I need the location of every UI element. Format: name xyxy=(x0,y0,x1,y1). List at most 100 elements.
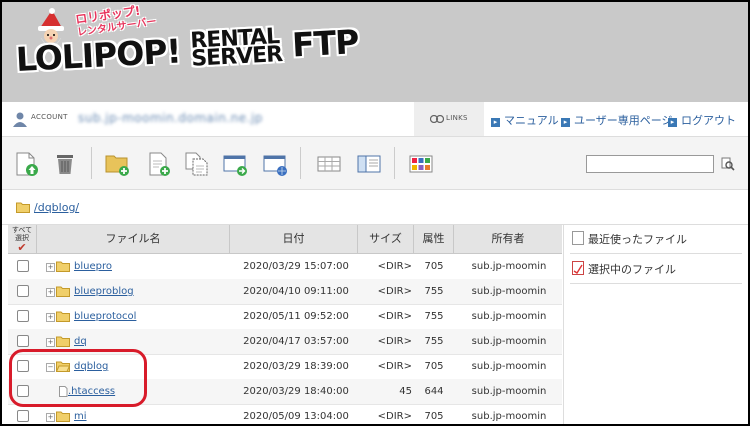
select-all-label-line1: すべて xyxy=(11,226,33,234)
expand-toggle-icon[interactable]: + xyxy=(46,338,55,347)
trash-icon[interactable] xyxy=(52,151,78,177)
column-header-date[interactable]: 日付 xyxy=(230,225,358,253)
file-permission[interactable]: 755 xyxy=(414,336,454,347)
user-icon xyxy=(13,112,27,127)
column-header-size[interactable]: サイズ xyxy=(358,225,414,253)
file-name-link[interactable]: blueprotocol xyxy=(74,311,136,322)
row-checkbox[interactable] xyxy=(17,410,29,422)
column-header-owner[interactable]: 所有者 xyxy=(454,225,562,253)
row-checkbox[interactable] xyxy=(17,260,29,272)
table-row[interactable]: + bluepro 2020/03/29 15:07:00 <DIR> 705 … xyxy=(8,254,562,280)
browser-window-icon[interactable] xyxy=(262,151,288,177)
file-permission[interactable]: 755 xyxy=(414,311,454,322)
folder-icon xyxy=(56,336,70,347)
list-view-icon[interactable] xyxy=(316,151,342,177)
new-file-icon[interactable] xyxy=(146,151,172,177)
file-size: <DIR> xyxy=(377,286,412,297)
user-page-link-label: ユーザー専用ページ xyxy=(574,114,673,127)
links-box: LINKS xyxy=(414,102,484,136)
table-row[interactable]: + blueproblog 2020/04/10 09:11:00 <DIR> … xyxy=(8,279,562,305)
toolbar-separator xyxy=(91,147,92,179)
row-checkbox[interactable] xyxy=(17,335,29,347)
manual-link[interactable]: ▸ マニュアル xyxy=(491,112,559,128)
upload-icon[interactable] xyxy=(14,151,40,177)
recent-files-item[interactable]: 最近使ったファイル xyxy=(572,231,687,247)
file-size: <DIR> xyxy=(377,336,412,347)
highlight-annotation xyxy=(9,349,147,407)
logo-server: SERVER xyxy=(190,42,283,72)
new-folder-icon[interactable] xyxy=(104,151,130,177)
file-date: 2020/03/29 18:40:00 xyxy=(243,386,349,397)
file-permission[interactable]: 644 xyxy=(414,386,454,397)
file-permission[interactable]: 705 xyxy=(414,261,454,272)
file-owner: sub.jp-moomin xyxy=(471,311,547,322)
expand-toggle-icon[interactable]: + xyxy=(46,263,55,272)
thumbnail-view-icon[interactable] xyxy=(408,151,434,177)
folder-icon xyxy=(56,411,70,422)
two-pane-view-icon[interactable] xyxy=(356,151,382,177)
user-page-link[interactable]: ▸ ユーザー専用ページ xyxy=(561,112,673,128)
search-input[interactable] xyxy=(586,155,714,173)
row-checkbox[interactable] xyxy=(17,285,29,297)
links-label: LINKS xyxy=(446,114,468,122)
breadcrumb: /dqblog/ xyxy=(2,190,748,225)
file-list-header: すべて 選択 ✔ ファイル名 日付 サイズ 属性 所有者 xyxy=(8,225,562,254)
file-owner: sub.jp-moomin xyxy=(471,386,547,397)
file-name-link[interactable]: dq xyxy=(74,336,87,347)
toolbar xyxy=(2,137,748,190)
toolbar-separator xyxy=(394,147,395,179)
check-mark-icon: ✔ xyxy=(17,241,27,254)
search-icon[interactable] xyxy=(721,157,735,171)
folder-icon xyxy=(56,286,70,297)
file-name-link[interactable]: mi xyxy=(74,411,87,422)
file-size: <DIR> xyxy=(377,311,412,322)
column-header-name[interactable]: ファイル名 xyxy=(36,225,230,253)
file-owner: sub.jp-moomin xyxy=(471,336,547,347)
file-permission[interactable]: 705 xyxy=(414,361,454,372)
file-permission[interactable]: 705 xyxy=(414,411,454,422)
arrow-right-icon: ▸ xyxy=(668,118,677,127)
file-size: <DIR> xyxy=(377,361,412,372)
selected-document-icon xyxy=(572,261,584,275)
copy-files-icon[interactable] xyxy=(184,151,210,177)
select-all-toggle[interactable]: すべて 選択 ✔ xyxy=(8,226,36,253)
file-size: <DIR> xyxy=(377,261,412,272)
account-name: sub.jp-moomin.domain.ne.jp xyxy=(78,111,263,125)
file-date: 2020/05/09 13:04:00 xyxy=(243,411,349,422)
selected-files-label: 選択中のファイル xyxy=(588,263,676,276)
chain-link-icon xyxy=(430,115,444,123)
file-size: <DIR> xyxy=(377,411,412,422)
expand-toggle-icon[interactable]: + xyxy=(46,288,55,297)
manual-link-label: マニュアル xyxy=(504,114,559,127)
file-name-link[interactable]: bluepro xyxy=(74,261,112,272)
file-owner: sub.jp-moomin xyxy=(471,261,547,272)
side-panel: 最近使ったファイル 選択中のファイル xyxy=(563,225,748,424)
file-date: 2020/03/29 18:39:00 xyxy=(243,361,349,372)
folder-icon xyxy=(16,202,30,213)
current-path-link[interactable]: /dqblog/ xyxy=(34,201,79,214)
row-checkbox[interactable] xyxy=(17,310,29,322)
file-date: 2020/04/17 03:57:00 xyxy=(243,336,349,347)
selected-files-item[interactable]: 選択中のファイル xyxy=(572,261,676,277)
folder-icon xyxy=(56,311,70,322)
account-bar: ACCOUNT sub.jp-moomin.domain.ne.jp LINKS… xyxy=(2,102,748,137)
column-header-permission[interactable]: 属性 xyxy=(414,225,454,253)
file-name-link[interactable]: blueproblog xyxy=(74,286,134,297)
file-owner: sub.jp-moomin xyxy=(471,361,547,372)
lolipop-logo[interactable]: ロリポップ! レンタルサーバー LOLIPOP! RENTAL SERVER F… xyxy=(14,4,359,100)
file-permission[interactable]: 755 xyxy=(414,286,454,297)
file-size: 45 xyxy=(399,386,412,397)
logo-ftp: FTP xyxy=(291,22,360,65)
expand-toggle-icon[interactable]: + xyxy=(46,313,55,322)
expand-toggle-icon[interactable]: + xyxy=(46,413,55,422)
table-row[interactable]: + mi 2020/05/09 13:04:00 <DIR> 705 sub.j… xyxy=(8,404,562,424)
logout-link[interactable]: ▸ ログアウト xyxy=(668,112,736,128)
table-row[interactable]: + blueprotocol 2020/05/11 09:52:00 <DIR>… xyxy=(8,304,562,330)
logo-lolipop: LOLIPOP! xyxy=(14,31,182,79)
side-panel-divider xyxy=(570,283,742,284)
app-header: ロリポップ! レンタルサーバー LOLIPOP! RENTAL SERVER F… xyxy=(2,2,748,102)
folder-icon xyxy=(56,261,70,272)
file-date: 2020/03/29 15:07:00 xyxy=(243,261,349,272)
file-date: 2020/04/10 09:11:00 xyxy=(243,286,349,297)
move-window-icon[interactable] xyxy=(222,151,248,177)
